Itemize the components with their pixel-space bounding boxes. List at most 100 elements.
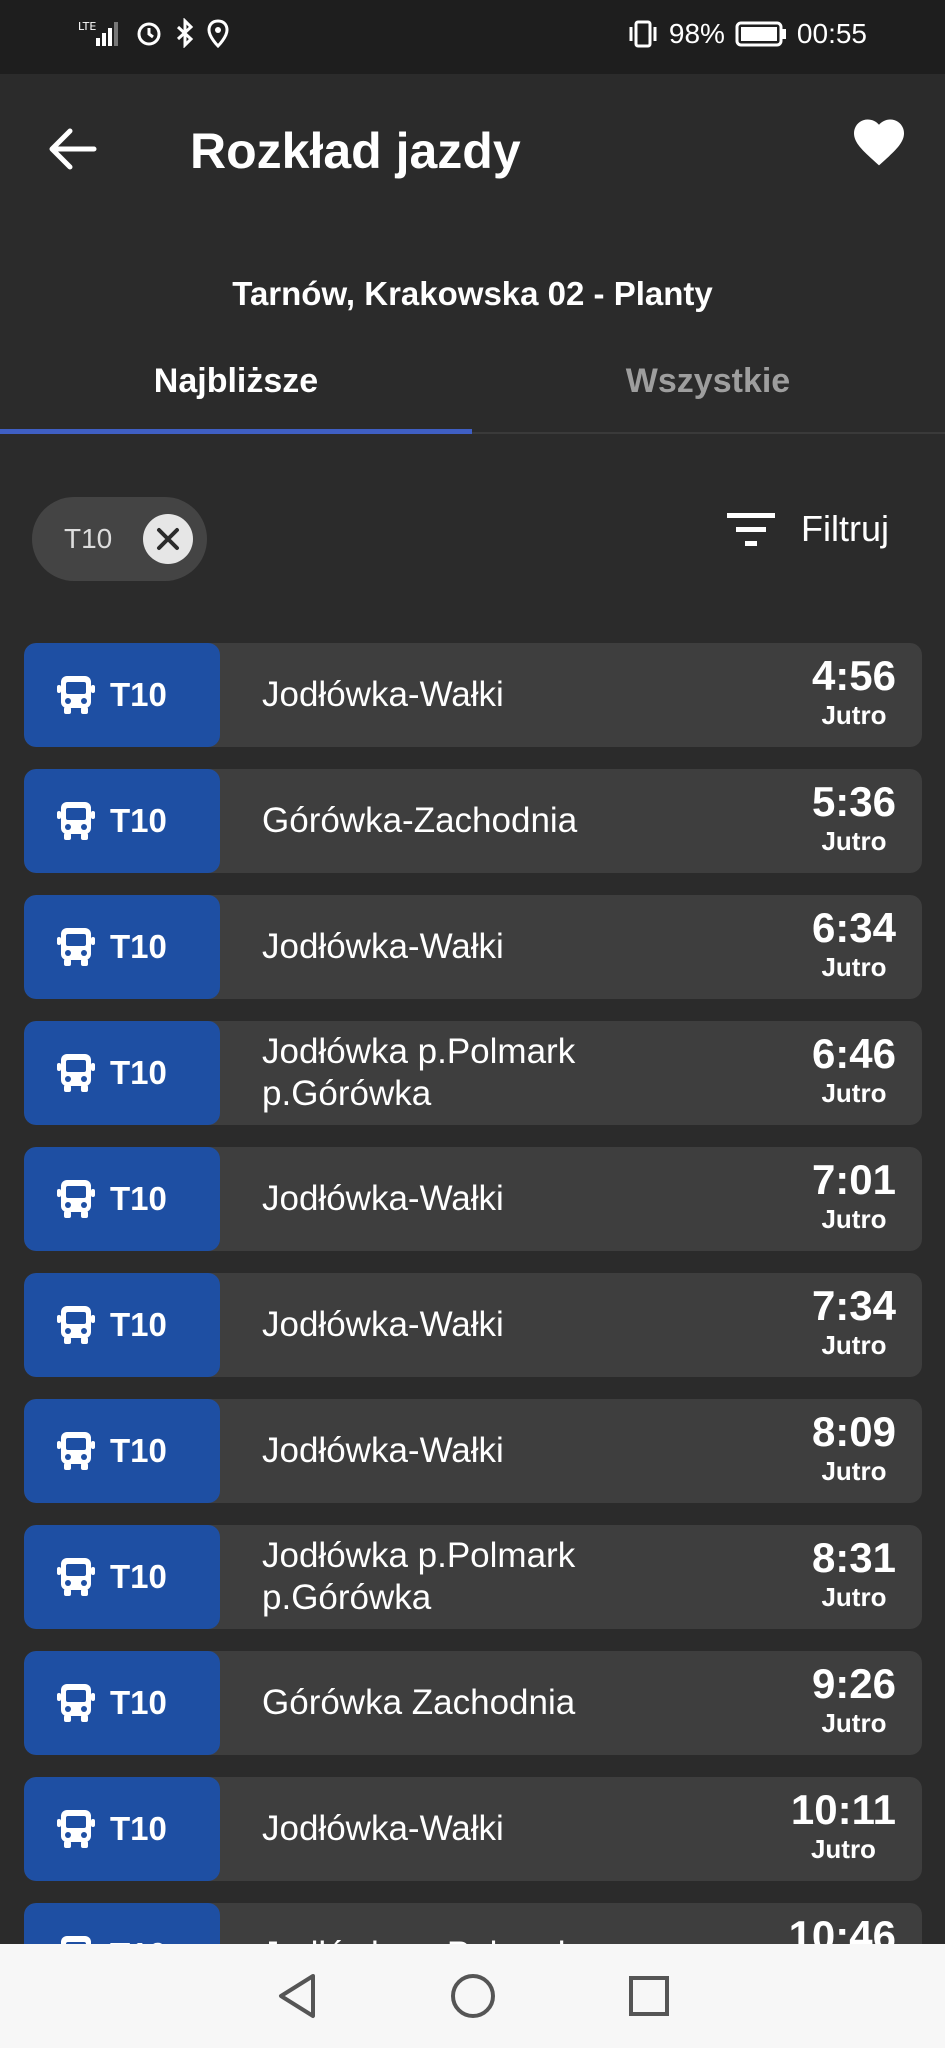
departures-list: T10 Jodłówka-Wałki 4:56 Jutro T10 Górówka-Zac… (24, 643, 922, 2029)
departure-row[interactable]: T10 Jodłówka-Wałki 7:34 Jutro (24, 1273, 922, 1377)
line-badge: T10 (24, 1525, 220, 1629)
departure-time: 6:34 (811, 904, 896, 951)
departure-time-block: 6:46 Jutro (812, 1031, 896, 1109)
line-badge: T10 (24, 1273, 220, 1377)
departure-time-block: 9:26 Jutro (812, 1661, 896, 1739)
line-badge: T10 (24, 1651, 220, 1755)
departure-row[interactable]: T10 Jodłówka-Wałki 8:09 Jutro (24, 1399, 922, 1503)
favorite-heart-icon[interactable] (849, 112, 909, 172)
bus-icon (57, 676, 95, 714)
line-number: T10 (110, 1180, 167, 1217)
departure-time: 9:26 (811, 1660, 896, 1707)
app-bar: Rozkład jazdy (0, 74, 945, 224)
departure-time: 8:31 (811, 1534, 896, 1581)
tab-all[interactable]: Wszystkie (472, 362, 944, 401)
filter-button[interactable]: Filtruj (727, 508, 889, 550)
destination: Górówka-Zachodnia (262, 801, 578, 840)
filter-chip-label: T10 (64, 523, 113, 554)
status-icons-left: LTE (78, 18, 230, 48)
departure-time: 6:46 (811, 1030, 896, 1077)
departure-day: Jutro (821, 1330, 887, 1360)
status-icons-right: 98% 00:55 (627, 18, 867, 50)
bus-icon (57, 1684, 95, 1722)
departure-time-block: 8:09 Jutro (812, 1409, 896, 1487)
departure-day: Jutro (821, 1582, 887, 1612)
departure-day: Jutro (821, 1204, 887, 1234)
departure-day: Jutro (821, 700, 887, 730)
departure-day: Jutro (821, 1456, 887, 1486)
destination: Jodłówka-Wałki (262, 1305, 504, 1344)
svg-text:LTE: LTE (78, 20, 96, 33)
bus-icon (57, 928, 95, 966)
filter-label: Filtruj (801, 508, 889, 549)
remove-filter-button[interactable] (143, 514, 193, 564)
line-number: T10 (110, 1306, 167, 1343)
battery-percent: 98% (668, 18, 725, 49)
departure-day: Jutro (821, 952, 887, 982)
bus-icon (57, 1432, 95, 1470)
destination: Jodłówka-Wałki (262, 1431, 504, 1470)
bus-icon (57, 1810, 95, 1848)
departure-row[interactable]: T10 Jodłówka-Wałki 6:34 Jutro (24, 895, 922, 999)
bus-icon (57, 1054, 95, 1092)
line-number: T10 (110, 928, 167, 965)
line-badge: T10 (24, 1399, 220, 1503)
line-number: T10 (110, 1558, 167, 1595)
departure-time: 7:01 (811, 1156, 896, 1203)
departure-time: 7:34 (811, 1282, 896, 1329)
location-icon (207, 19, 229, 48)
departure-row[interactable]: T10 Jodłówka-Wałki 4:56 Jutro (24, 643, 922, 747)
line-badge: T10 (24, 895, 220, 999)
line-badge: T10 (24, 1021, 220, 1125)
departure-time: 10:11 (790, 1786, 896, 1833)
destination: Jodłówka p.Polmark p.Górówka (262, 1032, 576, 1113)
bus-icon (57, 1180, 95, 1218)
line-number: T10 (110, 1810, 167, 1847)
departure-row[interactable]: T10 Jodłówka p.Polmark p.Górówka 6:46 Jutro (24, 1021, 922, 1125)
departure-time: 4:56 (811, 652, 896, 699)
tab-nearest[interactable]: Najbliższe (0, 362, 472, 401)
line-number: T10 (110, 676, 167, 713)
stop-name: Tarnów, Krakowska 02 - Planty (232, 275, 713, 312)
page-title: Rozkład jazdy (190, 123, 521, 179)
bus-icon (57, 1558, 95, 1596)
close-icon (157, 528, 179, 550)
departure-day: Jutro (810, 1834, 876, 1864)
clock: 00:55 (796, 18, 867, 49)
tab-indicator (0, 429, 472, 434)
destination: Jodłówka p.Polmark p.Górówka (262, 1536, 576, 1617)
departure-day: Jutro (821, 1708, 887, 1738)
departure-day: Jutro (821, 826, 887, 856)
departure-day: Jutro (821, 1078, 887, 1108)
departure-row[interactable]: T10 Jodłówka p.Polmark p.Górówka 8:31 Jutro (24, 1525, 922, 1629)
departure-time-block: 7:34 Jutro (812, 1283, 896, 1361)
destination: Jodłówka-Wałki (262, 1179, 504, 1218)
departure-time-block: 8:31 Jutro (812, 1535, 896, 1613)
departure-time: 8:09 (811, 1408, 896, 1455)
departure-time-block: 6:34 Jutro (812, 905, 896, 983)
bluetooth-icon (176, 18, 194, 48)
departure-row[interactable]: T10 Jodłówka-Wałki 7:01 Jutro (24, 1147, 922, 1251)
back-arrow-icon[interactable] (44, 124, 100, 174)
departure-row[interactable]: T10 Górówka Zachodnia 9:26 Jutro (24, 1651, 922, 1755)
departure-time-block: 4:56 Jutro (812, 653, 896, 731)
nav-recents-icon[interactable] (627, 1974, 671, 2018)
bus-icon (57, 1306, 95, 1344)
line-number: T10 (110, 1054, 167, 1091)
nav-home-icon[interactable] (449, 1972, 497, 2020)
nav-back-icon[interactable] (275, 1972, 319, 2020)
line-badge: T10 (24, 643, 220, 747)
system-nav-bar (0, 1944, 945, 2048)
status-bar: LTE 98% 00:55 (0, 0, 945, 74)
line-badge: T10 (24, 1777, 220, 1881)
departure-time: 5:36 (811, 778, 896, 825)
line-badge: T10 (24, 1147, 220, 1251)
alarm-icon (137, 22, 161, 46)
filter-icon (727, 513, 775, 546)
departure-row[interactable]: T10 Górówka-Zachodnia 5:36 Jutro (24, 769, 922, 873)
battery-icon (735, 21, 786, 47)
departure-row[interactable]: T10 Jodłówka-Wałki 10:11 Jutro (24, 1777, 922, 1881)
filter-chip[interactable]: T10 (32, 497, 207, 581)
destination: Jodłówka-Wałki (262, 927, 504, 966)
line-badge: T10 (24, 769, 220, 873)
